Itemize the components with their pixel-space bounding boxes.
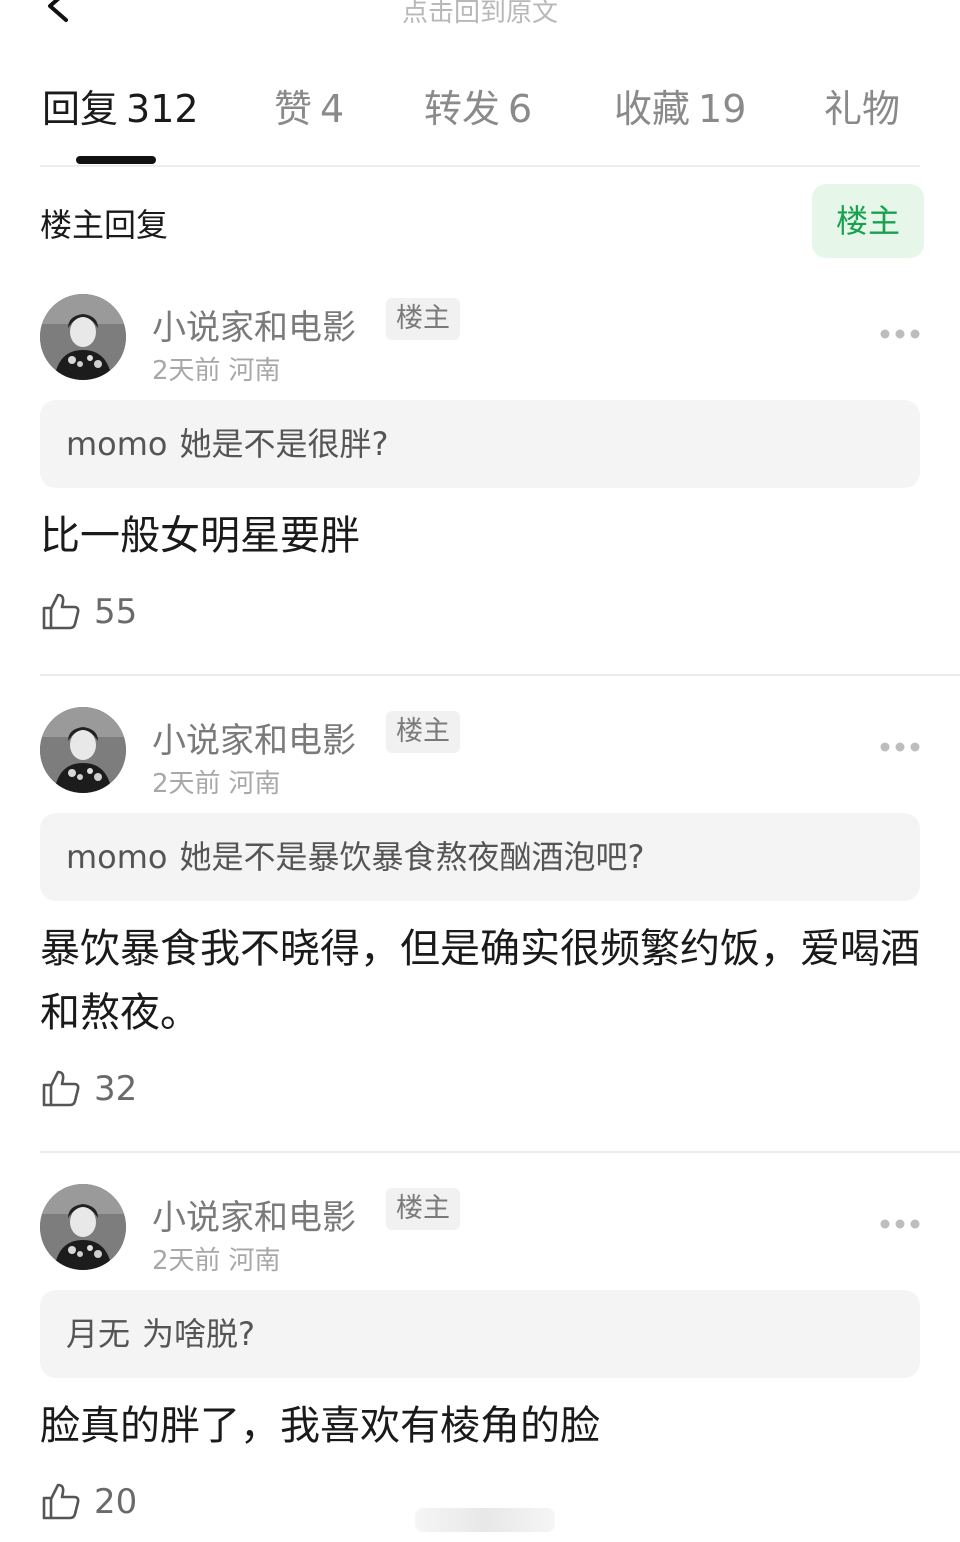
location: 河南: [228, 356, 281, 386]
comment-page: 点击回到原文 回复 312 赞4 转发 6 收藏 19 礼物 楼主回复 楼主 小…: [0, 0, 960, 1542]
tab-bar: 回复 312 赞4 转发 6 收藏 19 礼物: [40, 78, 920, 138]
tab-gifts[interactable]: 礼物: [824, 78, 900, 133]
avatar[interactable]: [40, 294, 126, 380]
thumbs-up-icon: [42, 1070, 80, 1107]
reply-text: 脸真的胖了，我喜欢有棱角的脸: [40, 1403, 600, 1449]
quoted-comment[interactable]: 月无 为啥脱?: [40, 1290, 920, 1378]
op-badge: 楼主: [386, 711, 460, 753]
quote-text: 她是不是暴饮暴食熬夜酗酒泡吧?: [179, 838, 645, 876]
comment-divider: [40, 1151, 960, 1153]
tab-label: 礼物: [824, 87, 901, 131]
tab-count: 19: [698, 87, 747, 131]
reply-text: 比一般女明星要胖: [40, 513, 360, 559]
top-bar: 点击回到原文: [0, 0, 960, 40]
active-tab-indicator: [76, 156, 156, 164]
more-dots-icon[interactable]: [880, 1218, 920, 1230]
back-to-original-link[interactable]: 点击回到原文: [0, 0, 960, 29]
avatar-image: [40, 707, 126, 793]
tab-label: 收藏: [614, 87, 691, 131]
username[interactable]: 小说家和电影: [152, 300, 356, 349]
tab-favorites[interactable]: 收藏 19: [614, 78, 746, 133]
like-count: 55: [94, 592, 138, 632]
location: 河南: [228, 1246, 281, 1276]
comment-meta: 2天前 河南: [152, 763, 281, 800]
op-filter-chip[interactable]: 楼主: [812, 184, 924, 258]
comment-meta: 2天前 河南: [152, 350, 281, 387]
comment-divider: [40, 674, 960, 676]
tab-label: 赞: [274, 87, 313, 131]
thumbs-up-icon: [42, 1483, 80, 1520]
quoted-comment[interactable]: momo 她是不是很胖?: [40, 400, 920, 488]
timestamp: 2天前: [152, 1246, 221, 1276]
tab-label: 回复: [42, 87, 119, 131]
tab-likes[interactable]: 赞4: [274, 78, 344, 133]
comment-item: 小说家和电影 楼主 2天前 河南 momo 她是不是很胖? 比一般女明星要胖 55: [40, 294, 920, 644]
op-badge: 楼主: [386, 1188, 460, 1230]
tabs-divider: [40, 165, 920, 167]
username[interactable]: 小说家和电影: [152, 1190, 356, 1239]
op-badge: 楼主: [386, 298, 460, 340]
quote-username: 月无: [66, 1315, 131, 1353]
quoted-comment[interactable]: momo 她是不是暴饮暴食熬夜酗酒泡吧?: [40, 813, 920, 901]
more-dots-icon[interactable]: [880, 328, 920, 340]
comment-meta: 2天前 河南: [152, 1240, 281, 1277]
quote-username: momo: [66, 425, 168, 463]
avatar-image: [40, 294, 126, 380]
comment-item: 小说家和电影 楼主 2天前 河南 momo 她是不是暴饮暴食熬夜酗酒泡吧? 暴饮暴食…: [40, 707, 920, 1127]
location: 河南: [228, 769, 281, 799]
tab-reposts[interactable]: 转发 6: [424, 78, 532, 133]
avatar[interactable]: [40, 1184, 126, 1270]
like-count: 20: [94, 1482, 138, 1522]
tab-label: 转发: [424, 87, 501, 131]
timestamp: 2天前: [152, 769, 221, 799]
filter-label: 楼主回复: [40, 206, 169, 244]
more-dots-icon[interactable]: [880, 741, 920, 753]
reply-text: 暴饮暴食我不晓得，但是确实很频繁约饭，爱喝酒和熬夜。: [40, 926, 920, 1036]
tab-count: 6: [508, 87, 533, 131]
tab-count: 312: [126, 87, 199, 131]
quote-username: momo: [66, 838, 168, 876]
thumbs-up-icon: [42, 593, 80, 630]
tab-count: 4: [320, 87, 345, 131]
watermark-blur: [415, 1508, 555, 1532]
timestamp: 2天前: [152, 356, 221, 386]
username[interactable]: 小说家和电影: [152, 713, 356, 762]
quote-text: 她是不是很胖?: [179, 425, 389, 463]
avatar-image: [40, 1184, 126, 1270]
like-count: 32: [94, 1069, 138, 1109]
tab-replies[interactable]: 回复 312: [42, 78, 199, 133]
avatar[interactable]: [40, 707, 126, 793]
quote-text: 为啥脱?: [142, 1315, 256, 1353]
comment-item: 小说家和电影 楼主 2天前 河南 月无 为啥脱? 脸真的胖了，我喜欢有棱角的脸 20: [40, 1184, 920, 1534]
